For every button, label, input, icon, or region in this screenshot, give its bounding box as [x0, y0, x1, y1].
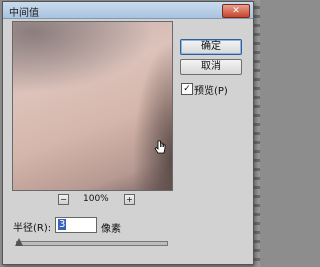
preview-canvas[interactable] [12, 21, 173, 191]
cancel-button[interactable]: 取消 [180, 59, 242, 75]
radius-slider-track[interactable] [16, 241, 168, 246]
median-filter-dialog: 中间值 ✕ 确定 取消 ✓ 预览(P) − 100% + 半径(R): 3 像素 [2, 1, 254, 265]
ok-button[interactable]: 确定 [180, 39, 242, 55]
background-window-edge [253, 0, 260, 267]
radius-unit: 像素 [101, 224, 121, 235]
zoom-level: 100% [83, 194, 109, 204]
hand-cursor-icon [154, 140, 166, 154]
radius-input[interactable]: 3 [55, 217, 97, 233]
dialog-title: 中间值 [9, 8, 39, 19]
radius-value: 3 [58, 219, 67, 230]
preview-checkbox-label[interactable]: 预览(P) [194, 82, 228, 97]
title-bar[interactable]: 中间值 ✕ [3, 2, 253, 19]
zoom-in-button[interactable]: + [124, 194, 135, 205]
close-button[interactable]: ✕ [222, 4, 250, 18]
preview-checkbox[interactable]: ✓ [181, 83, 193, 95]
close-icon: ✕ [232, 6, 240, 16]
zoom-out-button[interactable]: − [58, 194, 69, 205]
radius-label: 半径(R): [13, 223, 52, 234]
